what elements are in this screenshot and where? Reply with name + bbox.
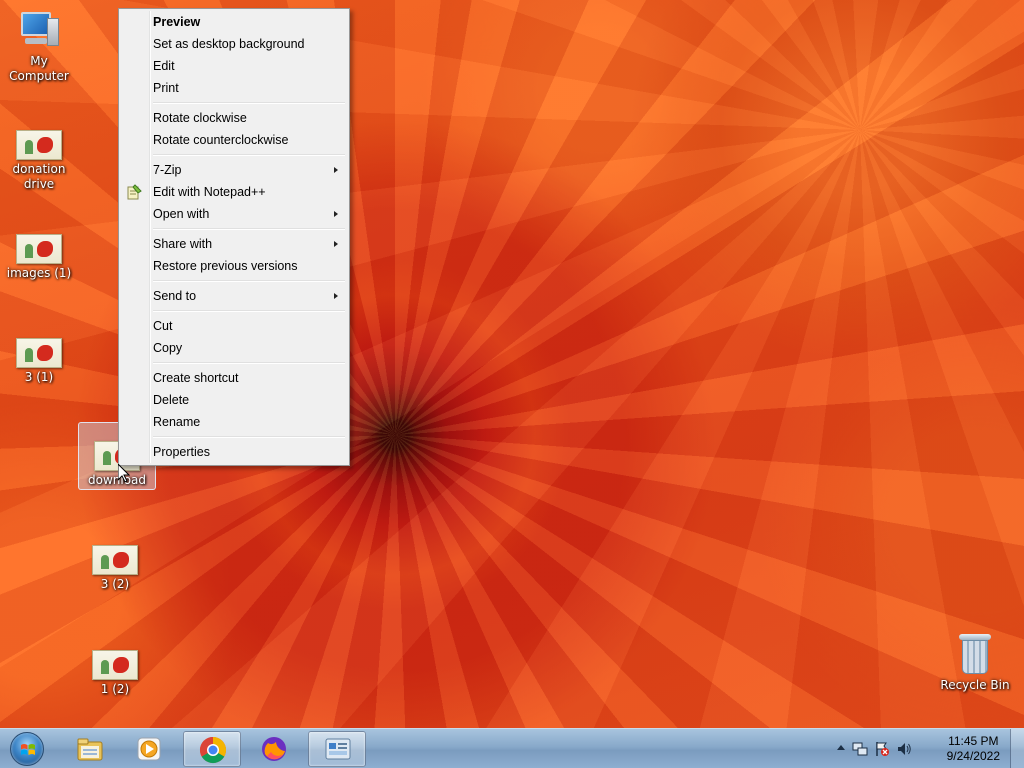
recycle-bin-icon: [957, 632, 993, 676]
file-explorer-icon: [77, 738, 103, 761]
menu-item-preview[interactable]: Preview: [121, 11, 347, 33]
menu-item-set-as-desktop-background[interactable]: Set as desktop background: [121, 33, 347, 55]
menu-item-create-shortcut[interactable]: Create shortcut: [121, 367, 347, 389]
menu-item-edit[interactable]: Edit: [121, 55, 347, 77]
desktop-icon-label: images (1): [6, 266, 72, 280]
taskbar-chrome[interactable]: [183, 731, 241, 767]
menu-item-label: Open with: [153, 207, 210, 221]
notepad-plus-plus-icon: [127, 184, 142, 200]
desktop-icon-label: Recycle Bin: [940, 678, 1010, 692]
image-file-icon: [16, 130, 62, 160]
desktop-icon-images-1[interactable]: images (1): [0, 234, 78, 281]
menu-item-open-with[interactable]: Open with: [121, 203, 347, 225]
show-hidden-icons-icon[interactable]: [836, 742, 846, 754]
system-tray: 11:45 PM 9/24/2022: [834, 729, 1024, 768]
desktop-icon-3-1[interactable]: 3 (1): [0, 338, 78, 385]
menu-item-print[interactable]: Print: [121, 77, 347, 99]
taskbar-media-player[interactable]: [120, 731, 178, 767]
submenu-arrow-icon: [334, 241, 338, 247]
menu-item-rename[interactable]: Rename: [121, 411, 347, 433]
menu-item-properties[interactable]: Properties: [121, 441, 347, 463]
menu-item-label: 7-Zip: [153, 163, 182, 177]
mouse-cursor-icon: [118, 464, 130, 483]
clock-time: 11:45 PM: [948, 734, 999, 748]
taskbar-firefox[interactable]: [245, 731, 303, 767]
menu-item-label: Edit with Notepad++: [153, 185, 266, 199]
chrome-icon: [199, 736, 227, 764]
menu-separator: [151, 359, 347, 367]
submenu-arrow-icon: [334, 211, 338, 217]
taskbar: 11:45 PM 9/24/2022: [0, 728, 1024, 768]
clock-date: 9/24/2022: [946, 749, 1000, 763]
desktop-icon-label: 1 (2): [100, 682, 130, 696]
submenu-arrow-icon: [334, 293, 338, 299]
menu-item-send-to[interactable]: Send to: [121, 285, 347, 307]
image-file-icon: [16, 338, 62, 368]
menu-item-restore-previous-versions[interactable]: Restore previous versions: [121, 255, 347, 277]
media-player-icon: [137, 737, 161, 761]
control-panel-icon: [325, 738, 351, 760]
desktop-icon-recycle-bin[interactable]: Recycle Bin: [936, 632, 1014, 693]
windows-logo-icon: [10, 732, 44, 766]
desktop-icon-3-2[interactable]: 3 (2): [76, 545, 154, 592]
menu-item-rotate-clockwise[interactable]: Rotate clockwise: [121, 107, 347, 129]
image-file-icon: [16, 234, 62, 264]
menu-item-share-with[interactable]: Share with: [121, 233, 347, 255]
desktop-icon-label: My Computer: [9, 54, 69, 83]
menu-separator: [151, 151, 347, 159]
desktop-icon-label: donation drive: [12, 162, 66, 191]
menu-separator: [151, 99, 347, 107]
menu-item-rotate-counterclockwise[interactable]: Rotate counterclockwise: [121, 129, 347, 151]
volume-icon[interactable]: [896, 741, 912, 757]
desktop-icon-label: 3 (2): [100, 577, 130, 591]
image-file-icon: [92, 650, 138, 680]
clock[interactable]: 11:45 PM 9/24/2022: [947, 734, 1000, 764]
computer-icon: [17, 10, 61, 52]
context-menu: Preview Set as desktop background Edit P…: [118, 8, 350, 466]
show-desktop-button[interactable]: [1010, 729, 1024, 768]
taskbar-control-panel[interactable]: [308, 731, 366, 767]
submenu-arrow-icon: [334, 167, 338, 173]
start-button[interactable]: [4, 730, 50, 768]
menu-item-label: Send to: [153, 289, 197, 303]
image-file-icon: [92, 545, 138, 575]
network-icon[interactable]: [852, 741, 868, 757]
menu-separator: [151, 433, 347, 441]
menu-separator: [151, 307, 347, 315]
taskbar-file-explorer[interactable]: [61, 731, 119, 767]
action-center-flag-icon[interactable]: [874, 741, 890, 757]
menu-item-label: Share with: [153, 237, 213, 251]
desktop-icon-1-2[interactable]: 1 (2): [76, 650, 154, 697]
menu-item-7-zip[interactable]: 7-Zip: [121, 159, 347, 181]
desktop-icon-my-computer[interactable]: My Computer: [0, 10, 78, 84]
menu-separator: [151, 225, 347, 233]
desktop-icon-donation-drive[interactable]: donation drive: [0, 130, 78, 192]
menu-item-cut[interactable]: Cut: [121, 315, 347, 337]
desktop-icon-label: download: [87, 473, 147, 487]
menu-separator: [151, 277, 347, 285]
menu-item-delete[interactable]: Delete: [121, 389, 347, 411]
menu-item-copy[interactable]: Copy: [121, 337, 347, 359]
desktop-icon-label: 3 (1): [24, 370, 54, 384]
firefox-icon: [262, 737, 286, 761]
menu-item-edit-with-notepad-plus-plus[interactable]: Edit with Notepad++: [121, 181, 347, 203]
